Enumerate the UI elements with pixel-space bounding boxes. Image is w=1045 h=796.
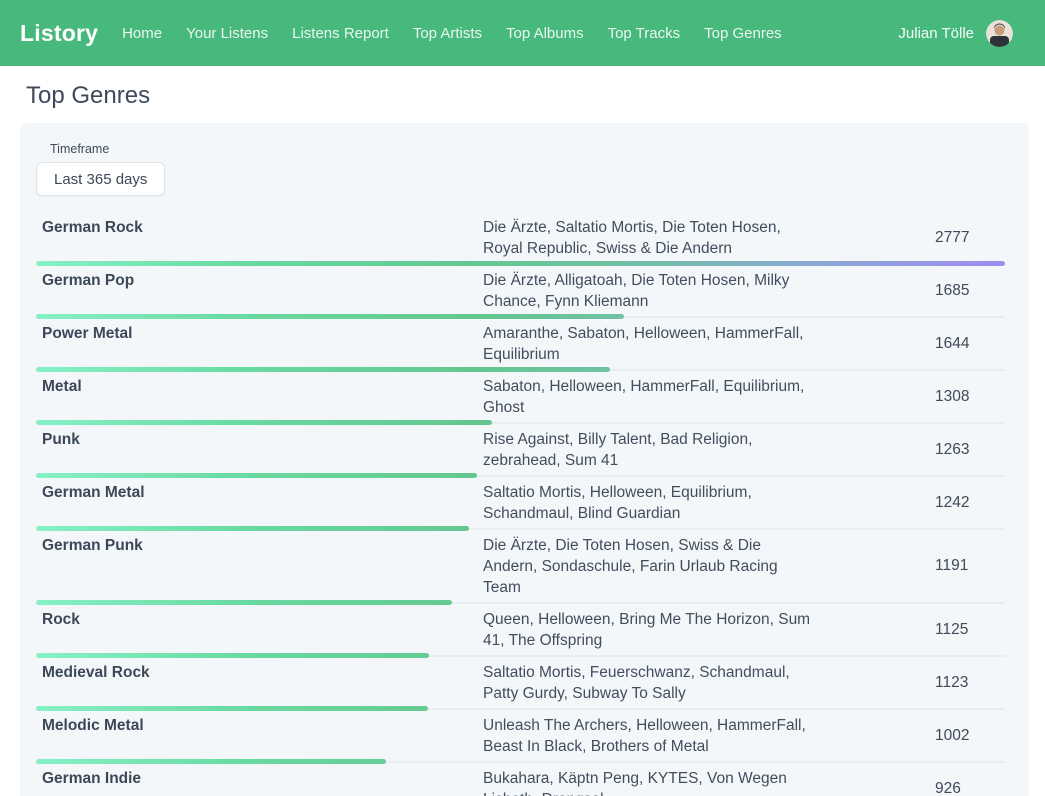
genre-name: Power Metal xyxy=(36,318,483,369)
user-name[interactable]: Julian Tölle xyxy=(898,25,974,42)
genre-artists: Bukahara, Käptn Peng, KYTES, Von Wegen L… xyxy=(483,763,883,796)
top-navbar: Listory Home Your Listens Listens Report To… xyxy=(0,0,1045,66)
genre-name: German Metal xyxy=(36,477,483,528)
user-menu: Julian Tölle xyxy=(898,20,1013,47)
genre-count: 926 xyxy=(883,763,1005,796)
genre-bar xyxy=(36,653,429,658)
genre-name: Rock xyxy=(36,604,483,655)
genre-name: German Punk xyxy=(36,530,483,602)
genre-artists: Queen, Helloween, Bring Me The Horizon, … xyxy=(483,604,883,655)
genre-row: Metal Sabaton, Helloween, HammerFall, Eq… xyxy=(36,371,1005,424)
timeframe-select[interactable]: Last 365 days xyxy=(36,162,165,196)
page-title: Top Genres xyxy=(26,82,1045,110)
timeframe-label: Timeframe xyxy=(50,142,1013,156)
genre-row: Power Metal Amaranthe, Sabaton, Hellowee… xyxy=(36,318,1005,371)
nav-item-your-listens[interactable]: Your Listens xyxy=(186,25,268,42)
genre-row: German Punk Die Ärzte, Die Toten Hosen, … xyxy=(36,530,1005,604)
genre-bar xyxy=(36,367,610,372)
genre-count: 1125 xyxy=(883,604,1005,655)
genre-row: Rock Queen, Helloween, Bring Me The Hori… xyxy=(36,604,1005,657)
nav-item-top-tracks[interactable]: Top Tracks xyxy=(608,25,681,42)
genre-row: Melodic Metal Unleash The Archers, Hello… xyxy=(36,710,1005,763)
genre-bar xyxy=(36,261,1005,266)
user-avatar[interactable] xyxy=(986,20,1013,47)
genre-artists: Sabaton, Helloween, HammerFall, Equilibr… xyxy=(483,371,883,422)
genre-bar xyxy=(36,600,452,605)
genre-count: 1644 xyxy=(883,318,1005,369)
genre-artists: Die Ärzte, Alligatoah, Die Toten Hosen, … xyxy=(483,265,883,316)
genre-bar xyxy=(36,526,469,531)
nav-item-home[interactable]: Home xyxy=(122,25,162,42)
genre-artists: Saltatio Mortis, Helloween, Equilibrium,… xyxy=(483,477,883,528)
avatar-photo-icon xyxy=(986,20,1013,47)
genre-count: 1002 xyxy=(883,710,1005,761)
genre-row: German Pop Die Ärzte, Alligatoah, Die To… xyxy=(36,265,1005,318)
genre-name: Punk xyxy=(36,424,483,475)
genre-row: German Metal Saltatio Mortis, Helloween,… xyxy=(36,477,1005,530)
genre-name: Metal xyxy=(36,371,483,422)
genre-count: 1263 xyxy=(883,424,1005,475)
genre-artists: Die Ärzte, Saltatio Mortis, Die Toten Ho… xyxy=(483,212,883,263)
genre-count: 1123 xyxy=(883,657,1005,708)
genre-count: 1308 xyxy=(883,371,1005,422)
genre-artists: Rise Against, Billy Talent, Bad Religion… xyxy=(483,424,883,475)
genre-artists: Saltatio Mortis, Feuerschwanz, Schandmau… xyxy=(483,657,883,708)
genre-name: German Pop xyxy=(36,265,483,316)
genre-count: 1242 xyxy=(883,477,1005,528)
app-logo[interactable]: Listory xyxy=(20,20,98,47)
nav-links: Home Your Listens Listens Report Top Artist… xyxy=(122,25,782,42)
genre-bar xyxy=(36,473,477,478)
genre-row: German Rock Die Ärzte, Saltatio Mortis, … xyxy=(36,212,1005,265)
genre-count: 1685 xyxy=(883,265,1005,316)
genre-name: Medieval Rock xyxy=(36,657,483,708)
nav-item-top-genres[interactable]: Top Genres xyxy=(704,25,782,42)
nav-item-top-albums[interactable]: Top Albums xyxy=(506,25,584,42)
genre-bar xyxy=(36,420,492,425)
genre-row: Punk Rise Against, Billy Talent, Bad Rel… xyxy=(36,424,1005,477)
genre-row: Medieval Rock Saltatio Mortis, Feuerschw… xyxy=(36,657,1005,710)
nav-item-listens-report[interactable]: Listens Report xyxy=(292,25,389,42)
genre-artists: Unleash The Archers, Helloween, HammerFa… xyxy=(483,710,883,761)
top-genres-card: Timeframe Last 365 days German Rock Die … xyxy=(20,123,1029,796)
genre-bar xyxy=(36,759,386,764)
genre-bar xyxy=(36,706,428,711)
genre-artists: Amaranthe, Sabaton, Helloween, HammerFal… xyxy=(483,318,883,369)
genre-artists: Die Ärzte, Die Toten Hosen, Swiss & Die … xyxy=(483,530,883,602)
genre-count: 2777 xyxy=(883,212,1005,263)
genre-name: German Rock xyxy=(36,212,483,263)
genre-bar xyxy=(36,314,624,319)
genre-name: German Indie xyxy=(36,763,483,796)
genre-row: German Indie Bukahara, Käptn Peng, KYTES… xyxy=(36,763,1005,796)
genre-table: German Rock Die Ärzte, Saltatio Mortis, … xyxy=(36,212,1005,796)
nav-item-top-artists[interactable]: Top Artists xyxy=(413,25,482,42)
genre-count: 1191 xyxy=(883,530,1005,602)
genre-name: Melodic Metal xyxy=(36,710,483,761)
